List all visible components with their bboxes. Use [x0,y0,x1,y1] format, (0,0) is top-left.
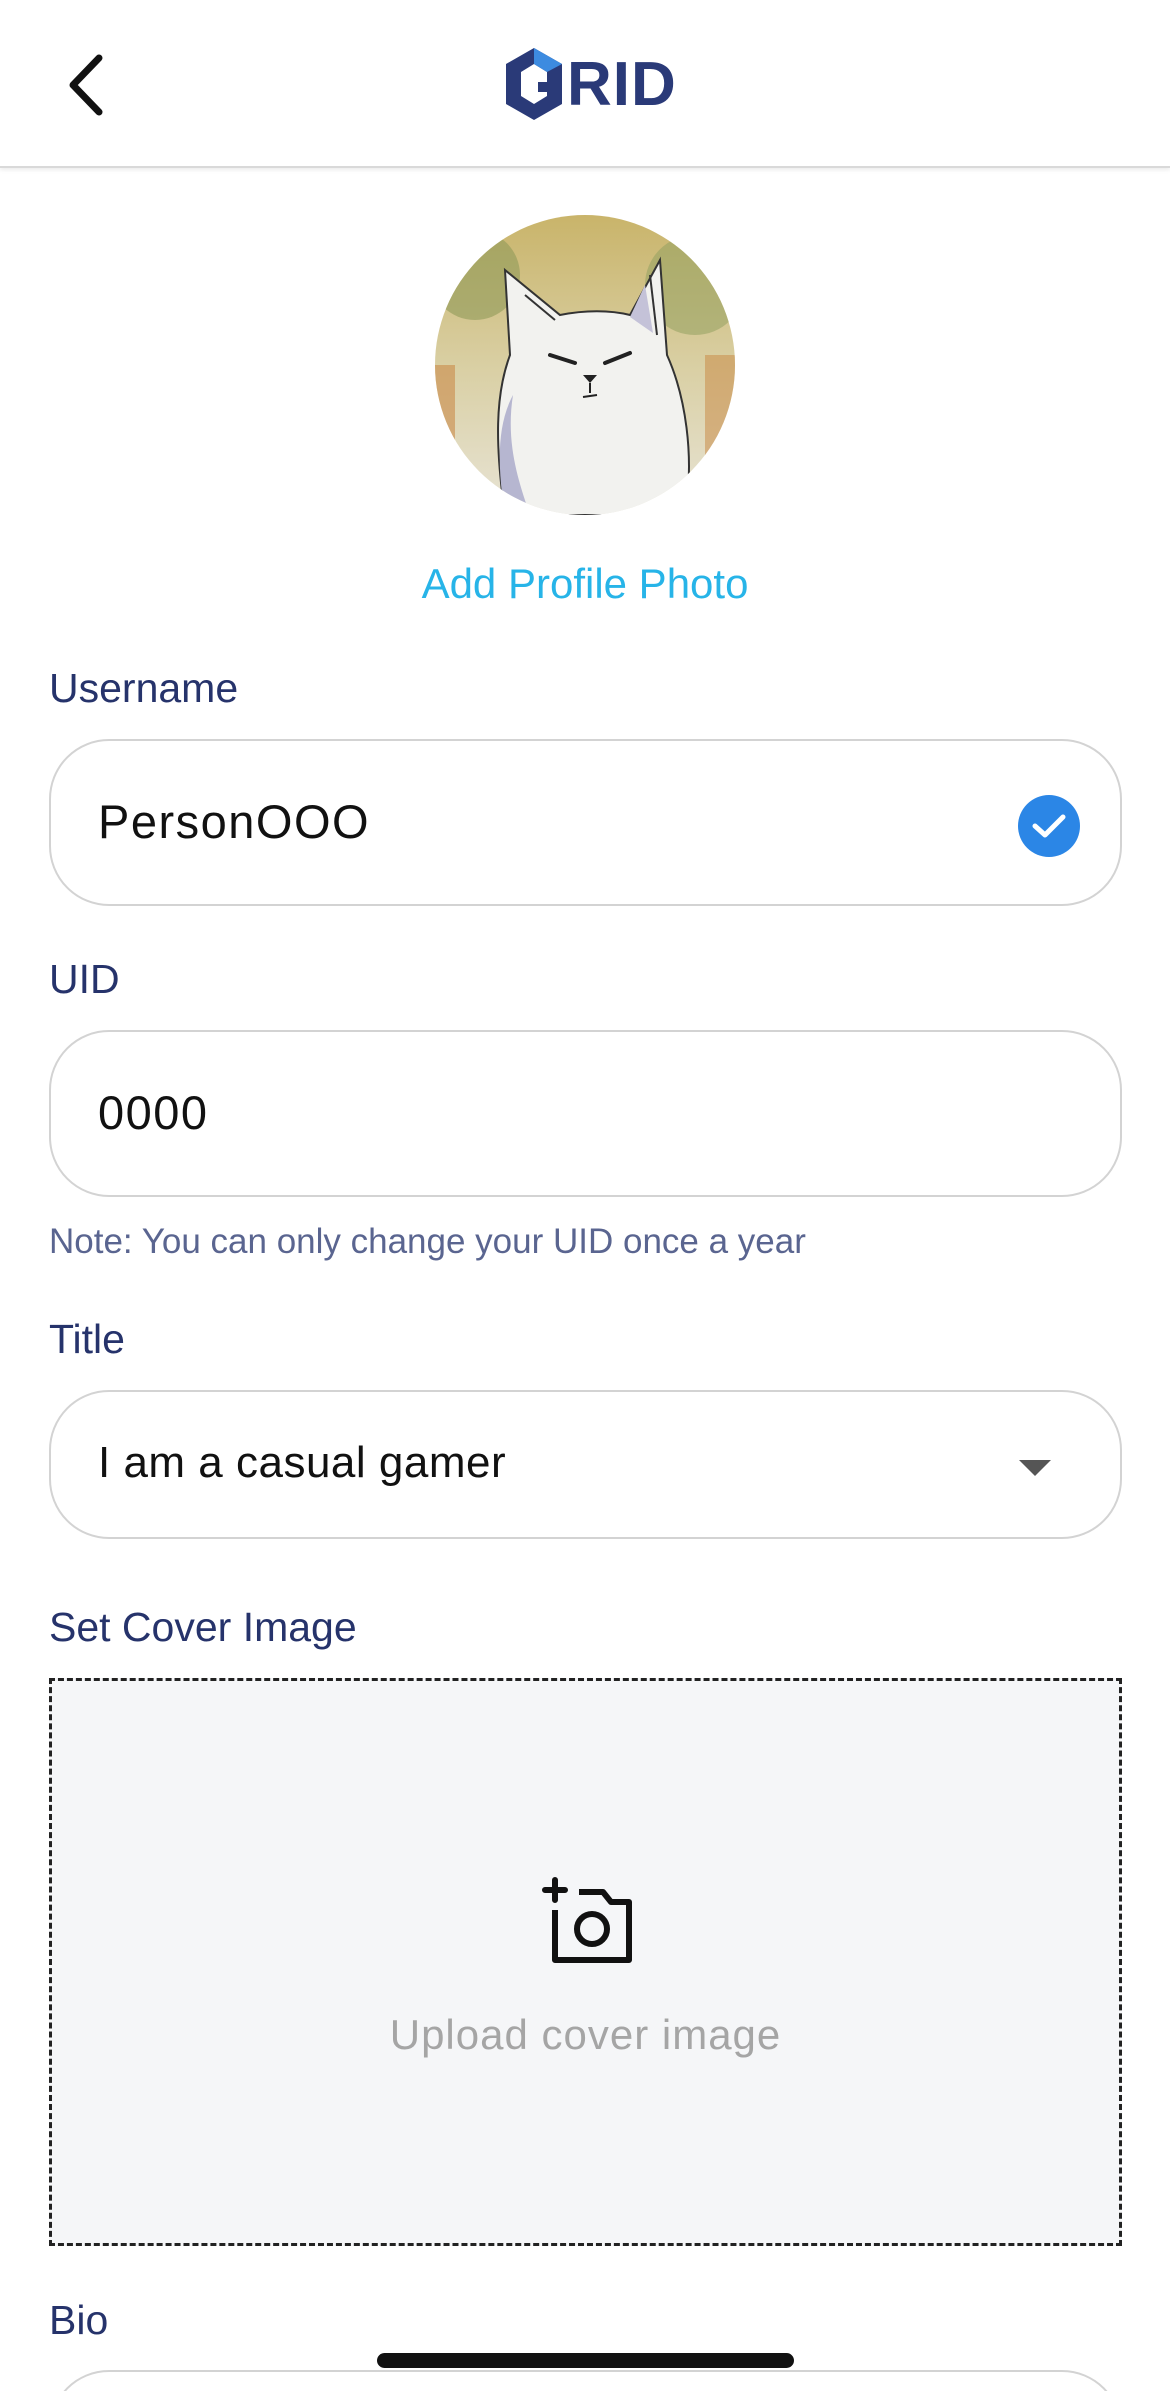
grid-logo: RID [503,44,677,124]
logo-mark-icon [506,48,562,120]
logo-text: RID [567,49,677,119]
uid-label: UID [49,956,120,1002]
top-bar: RID [0,0,1170,168]
uid-note: Note: You can only change your UID once … [49,1222,806,1261]
upload-cover-text: Upload cover image [389,2011,782,2058]
add-profile-photo-link[interactable]: Add Profile Photo [0,560,1170,608]
username-value: PersonOOO [98,795,371,848]
title-select[interactable]: I am a casual gamer [49,1390,1122,1539]
check-circle-icon [1018,795,1080,857]
profile-avatar[interactable] [435,215,735,515]
uid-field[interactable]: 0000 [49,1030,1122,1197]
uid-value: 0000 [98,1086,209,1139]
title-selected-value: I am a casual gamer [98,1438,507,1487]
bio-field[interactable] [49,2370,1122,2391]
home-indicator [377,2353,794,2368]
username-field[interactable]: PersonOOO [49,739,1122,906]
cover-image-upload[interactable]: Upload cover image [49,1678,1122,2246]
cat-avatar [435,215,735,515]
chevron-left-icon [69,54,103,116]
add-camera-icon [542,1877,632,1963]
bio-label: Bio [49,2297,109,2343]
title-label: Title [49,1316,125,1362]
cover-image-label: Set Cover Image [49,1604,357,1650]
caret-down-icon [1019,1460,1051,1476]
back-button[interactable] [50,45,120,125]
username-label: Username [49,665,239,711]
